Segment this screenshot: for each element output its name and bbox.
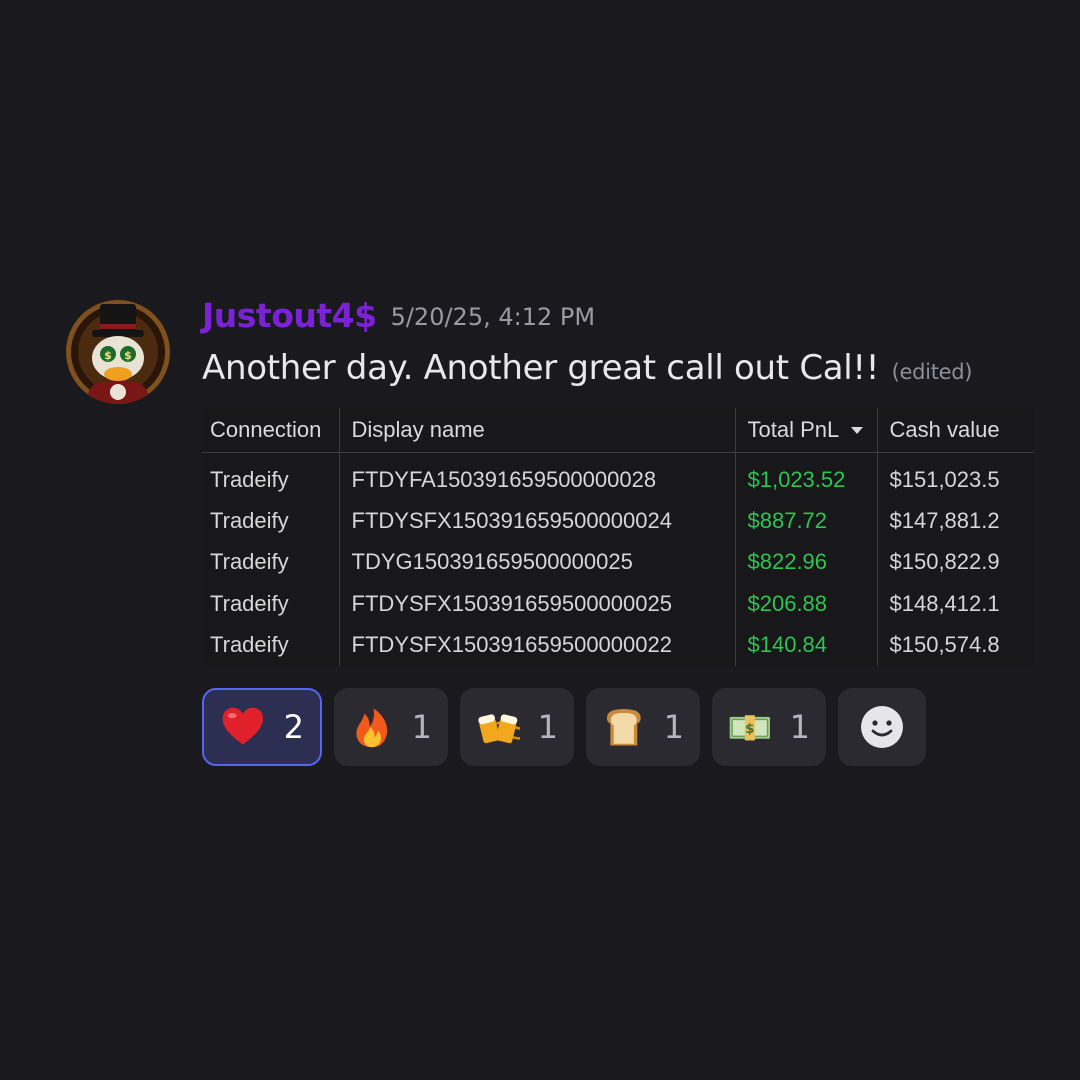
reaction-count: 1: [537, 708, 558, 746]
table-header-row: Connection Display name Total PnL Cash v…: [202, 408, 1034, 453]
message-header: Justout4$ 5/20/25, 4:12 PM: [202, 296, 595, 335]
cell-display-name: FTDYSFX150391659500000022: [338, 624, 735, 666]
column-header-display-name: Display name: [338, 408, 735, 453]
column-header-total-pnl: Total PnL: [734, 408, 877, 453]
cell-connection: Tradeify: [210, 590, 289, 616]
reactions-bar: 2 1 1 1 $ 1: [202, 688, 926, 766]
reaction-money[interactable]: $ 1: [712, 688, 826, 766]
username[interactable]: Justout4$: [202, 296, 377, 335]
table-row: Tradeify FTDYSFX150391659500000022 $140.…: [202, 624, 1034, 666]
table-row: Tradeify FTDYFA150391659500000028 $1,023…: [202, 452, 1034, 501]
reaction-count: 1: [789, 708, 810, 746]
cell-total-pnl: $206.88: [734, 583, 877, 625]
table-row: Tradeify FTDYSFX150391659500000025 $206.…: [202, 583, 1034, 625]
cell-display-name: FTDYSFX150391659500000025: [338, 583, 735, 625]
cell-total-pnl: $887.72: [734, 500, 877, 542]
reaction-count: 1: [663, 708, 684, 746]
cell-display-name: TDYG150391659500000025: [338, 541, 735, 584]
cell-display-name: FTDYFA150391659500000028: [338, 452, 735, 501]
reaction-heart[interactable]: 2: [202, 688, 322, 766]
bread-icon: [606, 708, 641, 746]
cell-connection: Tradeify: [210, 632, 289, 658]
column-header-cash-value: Cash value: [876, 408, 1034, 453]
reaction-bread[interactable]: 1: [586, 688, 700, 766]
cell-connection: Tradeify: [210, 466, 289, 492]
cell-connection: Tradeify: [210, 508, 289, 534]
cell-cash-value: $151,023.5: [876, 452, 1034, 501]
cell-cash-value: $150,574.8: [876, 624, 1034, 666]
reaction-fire[interactable]: 1: [334, 688, 448, 766]
cell-cash-value: $148,412.1: [876, 583, 1034, 625]
cell-total-pnl: $140.84: [734, 624, 877, 666]
cell-connection: Tradeify: [210, 549, 289, 575]
user-avatar[interactable]: $ $: [66, 300, 170, 404]
total-pnl-header-label: Total PnL: [747, 417, 840, 442]
money-icon: $: [729, 715, 770, 741]
message-content: Another day. Another great call out Cal!…: [202, 348, 880, 388]
edited-label: (edited): [891, 360, 973, 384]
cell-cash-value: $147,881.2: [876, 500, 1034, 542]
add-reaction-button[interactable]: [838, 688, 926, 766]
cell-total-pnl: $822.96: [734, 541, 877, 584]
svg-text:$: $: [124, 349, 132, 362]
svg-text:$: $: [104, 349, 112, 362]
message-text: Another day. Another great call out Cal!…: [202, 348, 972, 388]
table-row: Tradeify TDYG150391659500000025 $822.96 …: [202, 541, 1034, 584]
reaction-count: 1: [411, 708, 432, 746]
svg-text:$: $: [745, 722, 754, 737]
beer-mugs-icon: [478, 714, 520, 744]
cell-display-name: FTDYSFX150391659500000024: [338, 500, 735, 542]
reaction-count: 2: [283, 708, 304, 746]
sort-descending-icon: [851, 427, 864, 434]
cell-total-pnl: $1,023.52: [734, 452, 877, 501]
add-reaction-smiley-icon: [861, 706, 903, 748]
timestamp: 5/20/25, 4:12 PM: [390, 303, 596, 331]
attached-screenshot[interactable]: Connection Display name Total PnL Cash v…: [202, 408, 1034, 666]
pnl-table: Connection Display name Total PnL Cash v…: [202, 408, 1034, 666]
fire-icon: [356, 708, 388, 748]
table-row: Tradeify FTDYSFX150391659500000024 $887.…: [202, 500, 1034, 542]
reaction-beers[interactable]: 1: [460, 688, 574, 766]
heart-icon: [222, 707, 264, 745]
cell-cash-value: $150,822.9: [876, 541, 1034, 584]
column-header-connection: Connection: [202, 408, 339, 453]
duck-avatar-icon: $ $: [66, 300, 170, 404]
